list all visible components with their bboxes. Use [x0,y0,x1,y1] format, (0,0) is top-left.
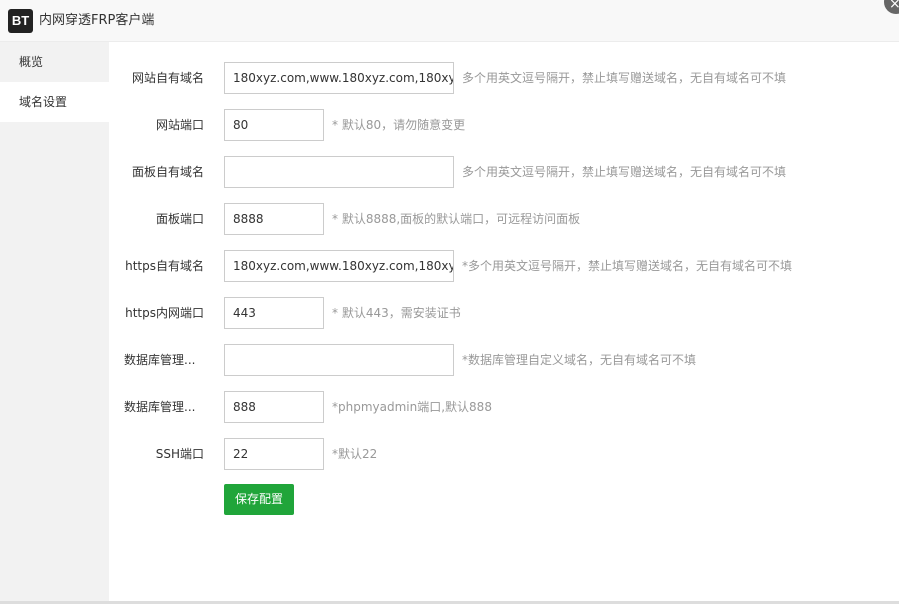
db-domain-hint: *数据库管理自定义域名，无自有域名可不填 [462,353,697,367]
form-row-panel-port: 面板端口 8888 * 默认8888,面板的默认端口，可远程访问面板 [109,203,899,235]
https-port-hint: * 默认443，需安装证书 [332,306,461,320]
site-port-label: 网站端口 [155,118,204,132]
ssh-port-hint: *默认22 [332,447,378,461]
db-port-hint: *phpmyadmin端口,默认888 [332,400,492,414]
form-row-site-domain: 网站自有域名 180xyz.com,www.180xyz.com,180xyz.… [109,62,899,94]
form-row-panel-domain: 面板自有域名 多个用英文逗号隔开，禁止填写赠送域名，无自有域名可不填 [109,156,899,188]
https-port-input[interactable]: 443 [224,297,324,329]
db-port-label: 数据库管理... [124,400,196,414]
panel-domain-label: 面板自有域名 [131,165,204,179]
save-config-button[interactable]: 保存配置 [224,484,294,515]
sidebar-item-domain-settings[interactable]: 域名设置 [0,82,109,122]
site-domain-input[interactable]: 180xyz.com,www.180xyz.com,180xyz.c [224,62,454,94]
form-row-ssh-port: SSH端口 22 *默认22 [109,438,899,470]
settings-form: 网站自有域名 180xyz.com,www.180xyz.com,180xyz.… [109,42,899,604]
title-bar: BT 内网穿透FRP客户端 [0,0,899,42]
window-title: 内网穿透FRP客户端 [39,13,155,28]
form-row-https-port: https内网端口 443 * 默认443，需安装证书 [109,297,899,329]
panel-port-label: 面板端口 [155,212,204,226]
bt-logo: BT [8,9,33,33]
form-row-https-domain: https自有域名 180xyz.com,www.180xyz.com,180x… [109,250,899,282]
ssh-port-label: SSH端口 [155,447,204,461]
https-domain-hint: *多个用英文逗号隔开，禁止填写赠送域名，无自有域名可不填 [462,259,793,273]
site-port-hint: * 默认80，请勿随意变更 [332,118,466,132]
db-domain-input[interactable] [224,344,454,376]
panel-port-input[interactable]: 8888 [224,203,324,235]
db-port-input[interactable]: 888 [224,391,324,423]
form-row-db-domain: 数据库管理... *数据库管理自定义域名，无自有域名可不填 [109,344,899,376]
site-domain-label: 网站自有域名 [131,71,204,85]
panel-domain-input[interactable] [224,156,454,188]
https-domain-label: https自有域名 [125,259,204,273]
form-row-site-port: 网站端口 80 * 默认80，请勿随意变更 [109,109,899,141]
sidebar-item-overview[interactable]: 概览 [0,42,109,82]
form-row-db-port: 数据库管理... 888 *phpmyadmin端口,默认888 [109,391,899,423]
ssh-port-input[interactable]: 22 [224,438,324,470]
panel-domain-hint: 多个用英文逗号隔开，禁止填写赠送域名，无自有域名可不填 [462,165,787,179]
https-port-label: https内网端口 [125,306,204,320]
panel-port-hint: * 默认8888,面板的默认端口，可远程访问面板 [332,212,581,226]
db-domain-label: 数据库管理... [124,353,196,367]
sidebar: 概览 域名设置 [0,42,109,604]
site-domain-hint: 多个用英文逗号隔开，禁止填写赠送域名，无自有域名可不填 [462,71,787,85]
https-domain-input[interactable]: 180xyz.com,www.180xyz.com,180xyz.c [224,250,454,282]
site-port-input[interactable]: 80 [224,109,324,141]
